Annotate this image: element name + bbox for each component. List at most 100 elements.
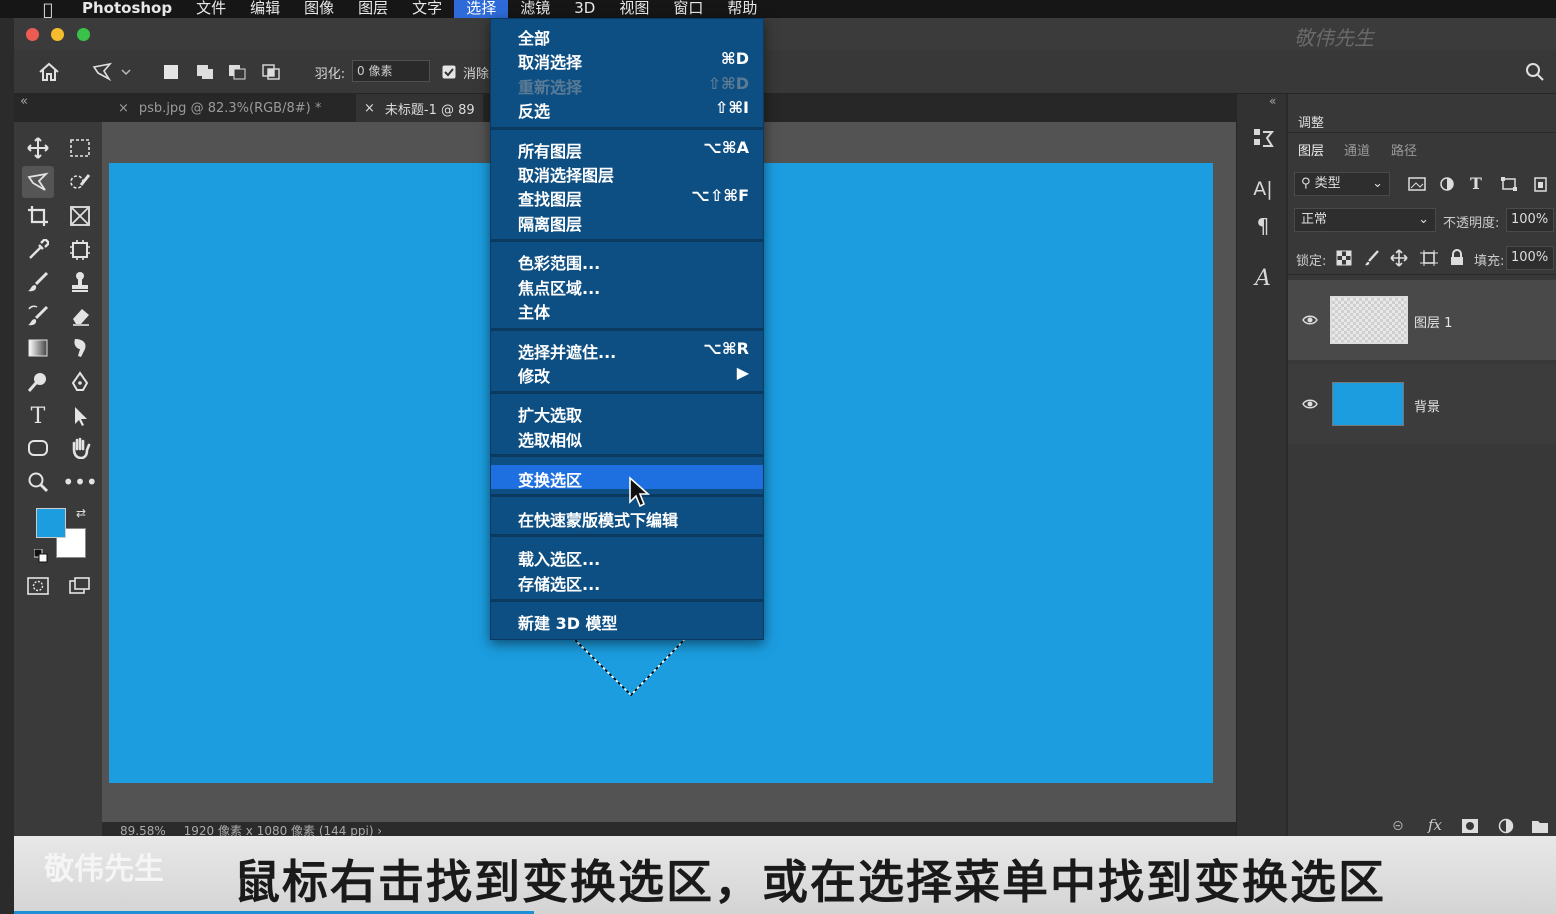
collapse-toolbar-icon[interactable]: « <box>20 94 28 109</box>
menu-item[interactable]: 扩大选取 <box>491 400 763 425</box>
menu-item[interactable]: 载入选区... <box>491 544 763 569</box>
menu-item[interactable]: 选择并遮住... ⌥⌘R <box>491 337 763 362</box>
menu-item[interactable]: 取消选择 ⌘D <box>491 47 763 72</box>
lasso-tool-preset-icon[interactable] <box>88 60 134 84</box>
menu-select[interactable]: 选择 <box>454 0 509 18</box>
menu-item[interactable]: 新建 3D 模型 <box>491 608 763 633</box>
filter-type-icon[interactable]: T <box>1470 174 1482 193</box>
tab-adjustments[interactable]: 调整 <box>1298 112 1324 131</box>
layer-row-background[interactable]: 背景 <box>1288 364 1556 444</box>
menu-app-name[interactable]: Photoshop <box>68 0 184 18</box>
menu-help[interactable]: 帮助 <box>715 0 769 18</box>
glyphs-panel-icon[interactable]: A <box>1251 266 1275 292</box>
visibility-eye-icon[interactable] <box>1302 396 1318 412</box>
filter-adjustment-icon[interactable] <box>1438 176 1456 192</box>
lock-image-icon[interactable] <box>1364 250 1380 266</box>
quick-mask-icon[interactable] <box>24 572 52 600</box>
new-adjustment-icon[interactable] <box>1498 818 1514 834</box>
hand-tool-icon[interactable] <box>66 434 94 462</box>
lock-transparent-icon[interactable] <box>1336 250 1352 266</box>
path-selection-tool-icon[interactable] <box>66 402 94 430</box>
menu-file[interactable]: 文件 <box>184 0 238 18</box>
menu-item[interactable]: 反选 ⇧⌘I <box>491 96 763 121</box>
menu-item[interactable]: 主体 <box>491 297 763 322</box>
smudge-tool-icon[interactable] <box>66 334 94 362</box>
tab-paths[interactable]: 路径 <box>1391 140 1417 159</box>
marquee-tool-icon[interactable] <box>66 134 94 162</box>
menu-item[interactable]: 所有图层 ⌥⌘A <box>491 136 763 161</box>
menu-item[interactable]: 焦点区域... <box>491 273 763 298</box>
layer-row-layer1[interactable]: 图层 1 <box>1288 280 1556 360</box>
rounded-rectangle-tool-icon[interactable] <box>24 434 52 462</box>
lasso-tool-icon[interactable] <box>22 166 54 198</box>
menu-view[interactable]: 视图 <box>607 0 661 18</box>
menu-3d[interactable]: 3D <box>562 0 607 18</box>
menu-type[interactable]: 文字 <box>400 0 454 18</box>
history-brush-tool-icon[interactable] <box>24 302 52 330</box>
lock-artboard-icon[interactable] <box>1420 250 1438 266</box>
opacity-input[interactable]: 100% <box>1506 208 1554 232</box>
move-tool-icon[interactable] <box>24 134 52 162</box>
menu-item[interactable]: 隔离图层 <box>491 209 763 234</box>
close-tab-icon[interactable]: × <box>364 101 375 116</box>
menu-layer[interactable]: 图层 <box>346 0 400 18</box>
layer-name[interactable]: 背景 <box>1414 396 1440 415</box>
fill-input[interactable]: 100% <box>1506 246 1554 270</box>
menu-item[interactable]: 全部 <box>491 23 763 48</box>
gradient-tool-icon[interactable] <box>24 334 52 362</box>
zoom-window-button[interactable] <box>77 28 90 41</box>
eyedropper-tool-icon[interactable] <box>24 236 52 264</box>
collapse-dock-icon[interactable]: « <box>1269 94 1276 108</box>
screen-mode-icon[interactable] <box>66 572 94 600</box>
menu-item[interactable]: 变换选区 <box>491 465 763 490</box>
close-tab-icon[interactable]: × <box>118 101 129 116</box>
minimize-window-button[interactable] <box>51 28 64 41</box>
layer-name[interactable]: 图层 1 <box>1414 312 1452 331</box>
subtract-from-selection-icon[interactable] <box>226 60 248 84</box>
intersect-selection-icon[interactable] <box>260 60 282 84</box>
menu-item[interactable]: 存储选区... <box>491 569 763 594</box>
blend-mode-select[interactable]: 正常 ⌄ <box>1294 208 1436 232</box>
history-panel-icon[interactable] <box>1251 126 1275 152</box>
antialias-checkbox[interactable] <box>442 60 456 84</box>
tab-untitled[interactable]: × 未标题-1 @ 89 <box>356 94 483 122</box>
lock-position-icon[interactable] <box>1390 249 1408 267</box>
menu-item[interactable]: 色彩范围... <box>491 248 763 273</box>
quick-selection-tool-icon[interactable] <box>66 168 94 196</box>
filter-smart-object-icon[interactable] <box>1532 176 1550 192</box>
new-selection-icon[interactable] <box>160 60 182 84</box>
zoom-tool-icon[interactable] <box>24 468 52 496</box>
fx-icon[interactable]: fx <box>1428 816 1442 834</box>
menu-edit[interactable]: 编辑 <box>238 0 292 18</box>
add-to-selection-icon[interactable] <box>194 60 216 84</box>
menu-item[interactable]: 在快速蒙版模式下编辑 <box>491 505 763 530</box>
brush-tool-icon[interactable] <box>24 268 52 296</box>
menu-item[interactable]: 修改 ▶ <box>491 361 763 386</box>
dodge-tool-icon[interactable] <box>24 368 52 396</box>
swap-colors-icon[interactable]: ⇄ <box>76 506 86 520</box>
eraser-tool-icon[interactable] <box>66 302 94 330</box>
filter-shape-icon[interactable] <box>1500 176 1518 192</box>
search-icon[interactable] <box>1522 60 1548 84</box>
link-layers-icon[interactable]: ⊝ <box>1392 818 1404 834</box>
paragraph-panel-icon[interactable]: ¶ <box>1251 214 1275 240</box>
new-group-icon[interactable] <box>1532 818 1548 833</box>
feather-input[interactable]: 0 像素 <box>352 60 430 82</box>
menu-image[interactable]: 图像 <box>292 0 346 18</box>
visibility-eye-icon[interactable] <box>1302 312 1318 328</box>
lock-all-icon[interactable] <box>1450 249 1464 266</box>
filter-pixel-icon[interactable] <box>1408 176 1426 192</box>
type-tool-icon[interactable]: T <box>24 402 52 430</box>
frame-tool-icon[interactable] <box>66 202 94 230</box>
stamp-tool-icon[interactable] <box>66 268 94 296</box>
tab-psb[interactable]: × psb.jpg @ 82.3%(RGB/8#) * <box>110 94 329 122</box>
menu-item[interactable]: 查找图层 ⌥⇧⌘F <box>491 184 763 209</box>
menu-window[interactable]: 窗口 <box>661 0 715 18</box>
character-panel-icon[interactable]: A| <box>1251 178 1275 204</box>
tab-layers[interactable]: 图层 <box>1298 140 1324 159</box>
more-tools-icon[interactable]: ••• <box>62 468 97 496</box>
close-window-button[interactable] <box>26 28 39 41</box>
default-colors-icon[interactable] <box>33 548 48 563</box>
menu-item[interactable]: 选取相似 <box>491 425 763 450</box>
frame-ruler-tool-icon[interactable] <box>66 236 94 264</box>
